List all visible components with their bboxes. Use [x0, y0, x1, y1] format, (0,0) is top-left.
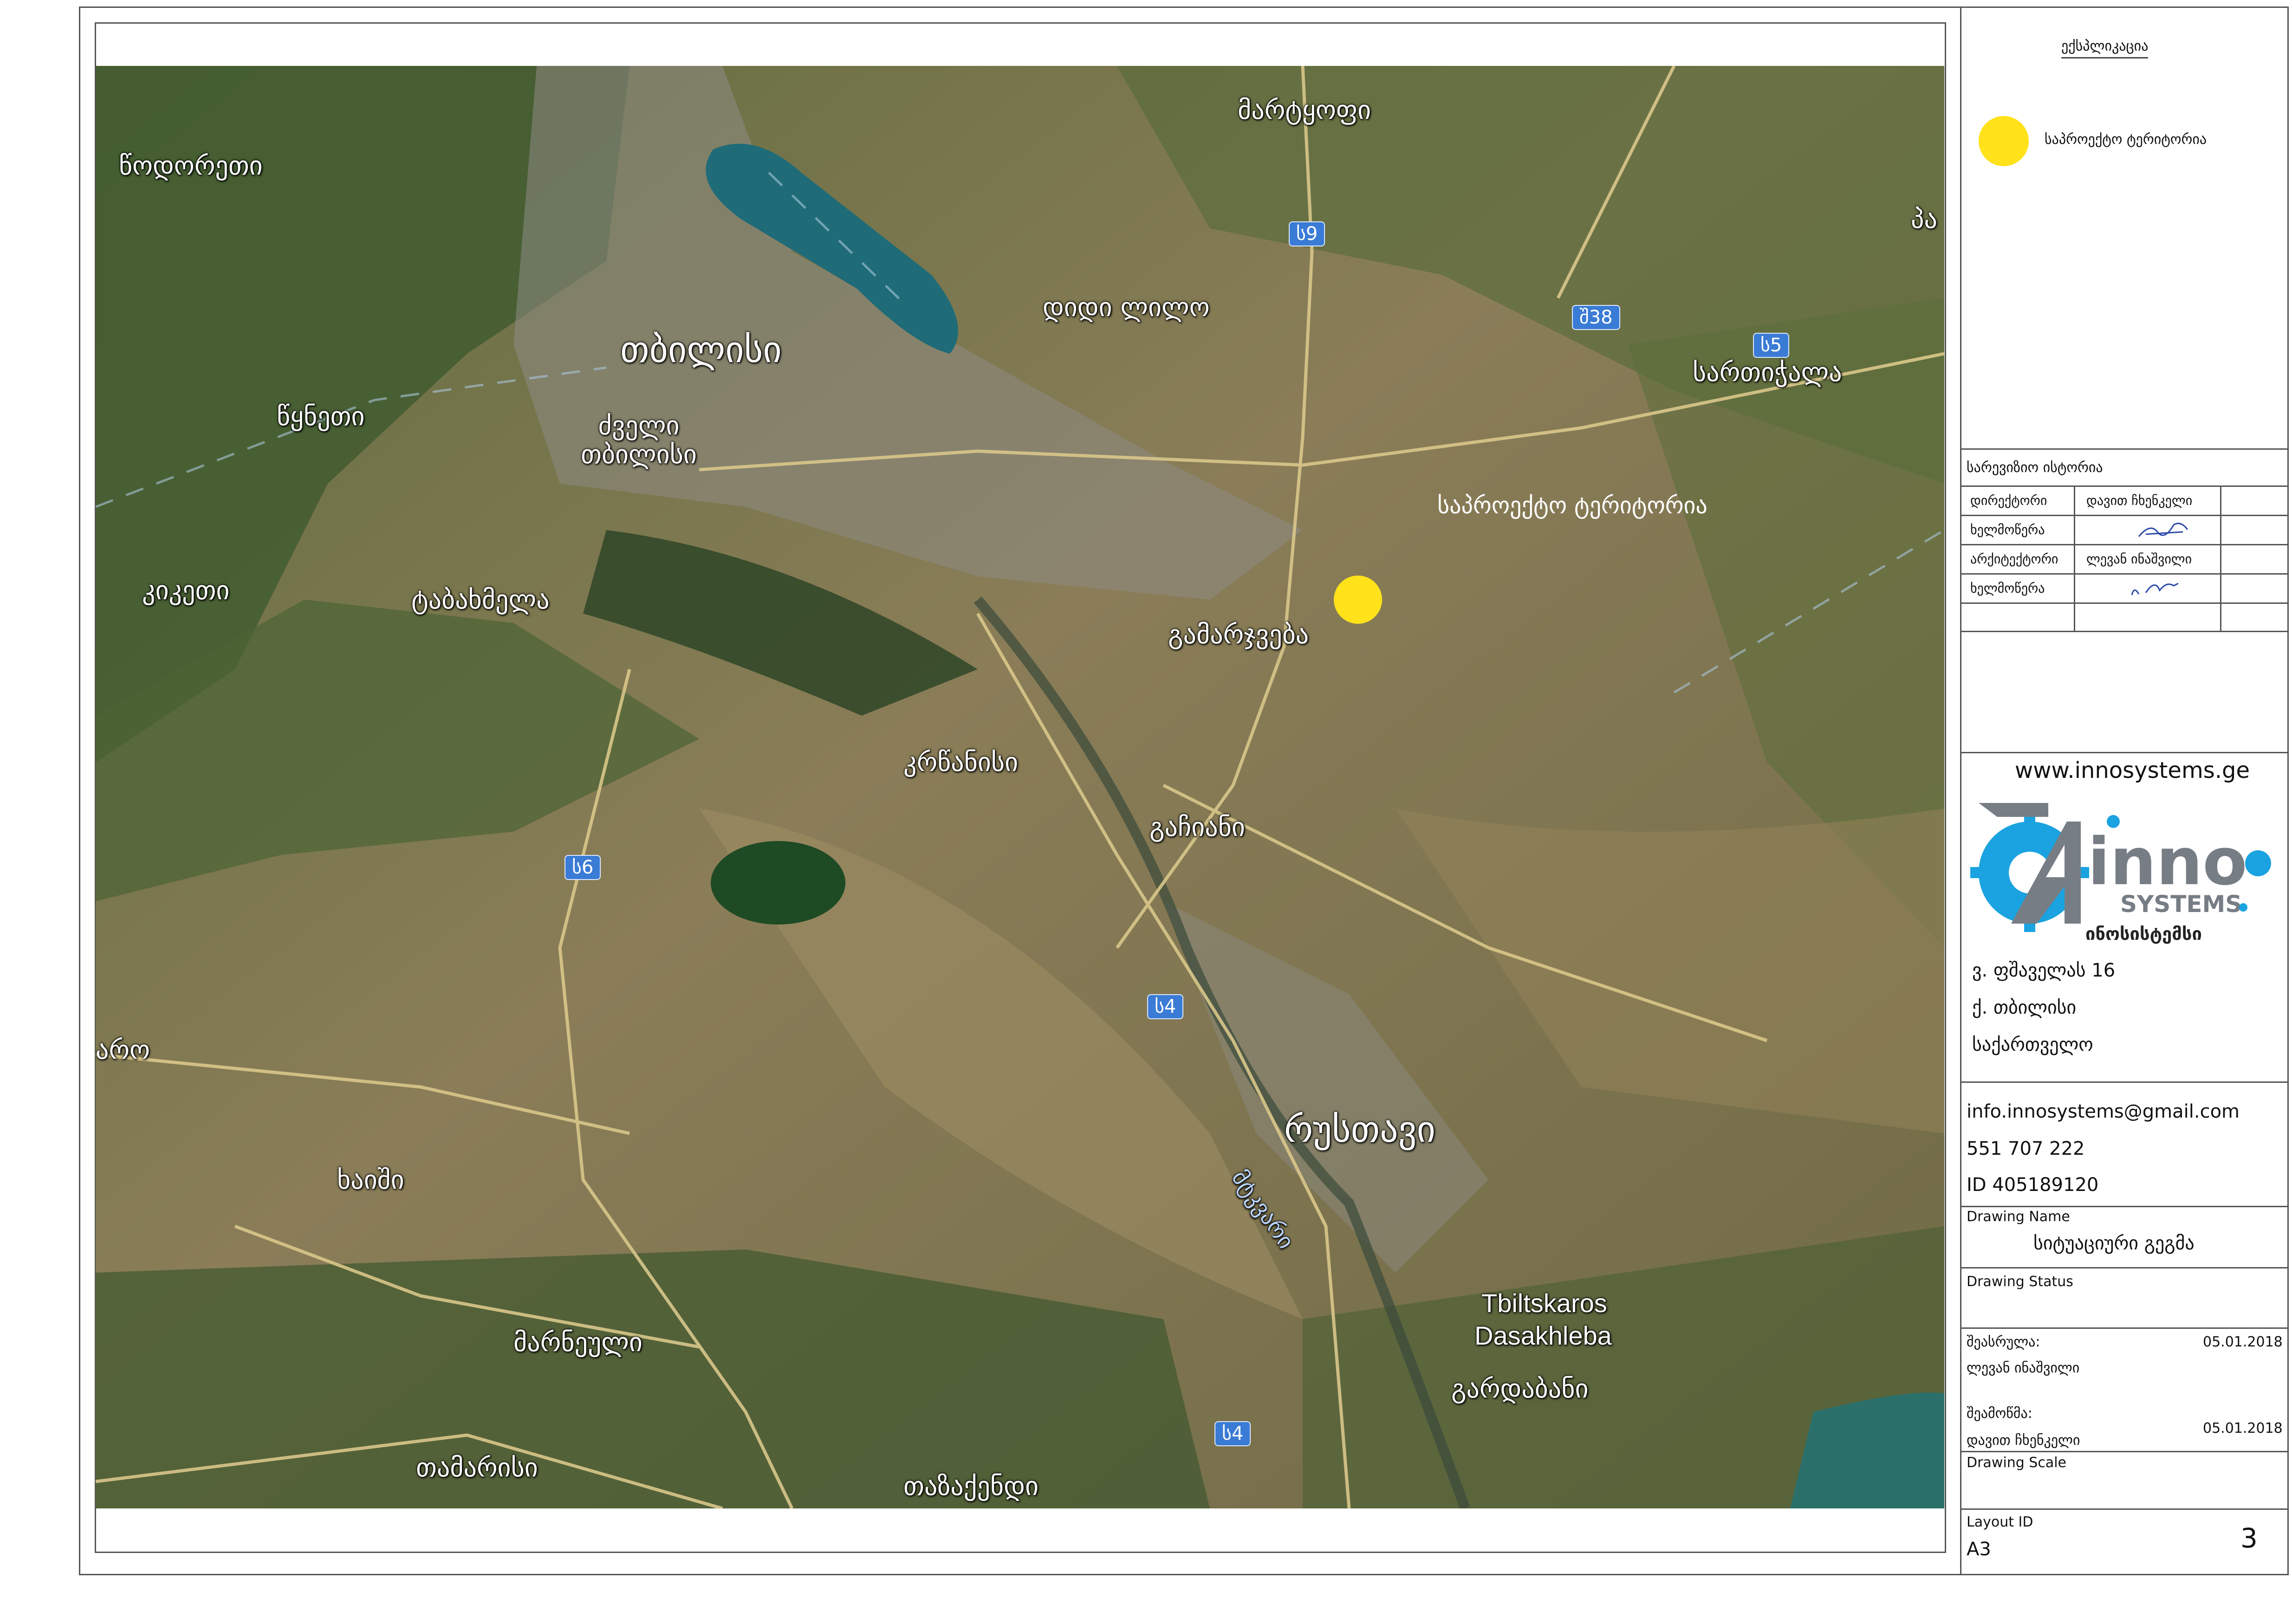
layout-id-value: A3	[1967, 1539, 1991, 1560]
legend-item-label: საპროექტო ტერიტორია	[2045, 131, 2207, 148]
address-country: საქართველო	[1972, 1034, 2093, 1055]
drawing-status-label: Drawing Status	[1967, 1274, 2073, 1290]
label-gardabani: გარდაბანი	[1451, 1374, 1589, 1404]
road-shield-s4-south: ს4	[1214, 1421, 1251, 1446]
map-background	[96, 66, 1944, 1508]
revision-role: დირექტორი	[1970, 493, 2047, 508]
label-tsodoreti: წოდორეთი	[119, 151, 263, 181]
performed-by: ლევან ინაშვილი	[1967, 1360, 2080, 1376]
drawing-scale-separator	[1960, 1451, 2289, 1452]
label-rustavi: რუსთავი	[1284, 1109, 1436, 1151]
road-shield-sh38: შ38	[1572, 305, 1620, 330]
road-shield-s4-north: ს4	[1147, 994, 1184, 1019]
revision-table: დირექტორი დავით ჩხენკელი ხელმოწერა არქიტ…	[1960, 485, 2289, 632]
label-dasakhleba: Dasakhleba	[1474, 1321, 1612, 1350]
checked-by: დავით ჩხენკელი	[1967, 1432, 2080, 1449]
contact-separator	[1960, 1081, 2289, 1083]
satellite-map[interactable]: წოდორეთი მარტყოფი დიდი ლილო თბილისი სართ…	[96, 66, 1944, 1508]
label-dzveli-tbilisi: ძველი თბილისი	[581, 411, 697, 470]
inno-systems-logo: inno SYSTEMS ინოსისტემსი	[1970, 803, 2271, 944]
drawing-name-label: Drawing Name	[1967, 1209, 2070, 1225]
company-id: ID 405189120	[1967, 1174, 2099, 1196]
road-shield-s6: ს6	[565, 855, 601, 880]
revision-name: დავით ჩხენკელი	[2086, 493, 2193, 508]
revision-name: ლევან ინაშვილი	[2086, 551, 2192, 567]
revision-role: ხელმოწერა	[1970, 522, 2045, 537]
label-gachiani: გაჩიანი	[1149, 812, 1245, 842]
company-phone: 551 707 222	[1967, 1138, 2085, 1159]
label-tsqneti: წყნეთი	[277, 401, 365, 432]
label-right-edge: პა	[1911, 204, 1937, 234]
address-street: ვ. ფშაველას 16	[1972, 960, 2116, 981]
label-kiketi: კიკეთი	[142, 576, 230, 606]
label-tamarisi: თამარისი	[416, 1453, 538, 1483]
sheet-number: 3	[2240, 1522, 2258, 1554]
label-sartichala: სართიჭალა	[1693, 357, 1842, 388]
logo-word: inno	[2088, 824, 2247, 900]
label-tbiltskaros: Tbiltskaros	[1481, 1288, 1607, 1318]
performed-label: შეასრულა:	[1967, 1334, 2040, 1350]
company-website-link[interactable]: www.innosystems.ge	[2015, 757, 2250, 783]
label-project-territory: საპროექტო ტერიტორია	[1437, 492, 1708, 519]
drawing-name-separator	[1960, 1206, 2289, 1207]
performed-date: 05.01.2018	[2203, 1334, 2283, 1350]
drawing-scale-label: Drawing Scale	[1967, 1455, 2066, 1471]
label-tbilisi: თბილისი	[620, 329, 782, 371]
company-email-link[interactable]: info.innosystems@gmail.com	[1967, 1101, 2240, 1122]
label-martkopi: მარტყოფი	[1238, 95, 1371, 125]
checked-date: 05.01.2018	[2203, 1420, 2283, 1436]
director-signature	[2138, 523, 2188, 537]
label-krtsanisi: კრწანისი	[903, 747, 1019, 777]
revision-role: არქიტექტორი	[1970, 551, 2058, 567]
legend-title: ექსპლიკაცია	[2061, 38, 2149, 58]
layout-separator	[1960, 1508, 2289, 1510]
label-khaishi: ხაიში	[337, 1165, 404, 1195]
revision-top-line	[1960, 448, 2289, 450]
architect-signature	[2131, 582, 2179, 595]
drawing-name-value: სიტუაციური გეგმა	[2033, 1233, 2195, 1254]
svg-text:ინოსისტემსი: ინოსისტემსი	[2085, 924, 2202, 944]
road-shield-s9: ს9	[1289, 221, 1325, 246]
road-shield-s5: ს5	[1753, 333, 1790, 358]
svg-text:SYSTEMS: SYSTEMS	[2120, 891, 2242, 918]
label-didi-lilo: დიდი ლილო	[1043, 292, 1210, 323]
performed-separator	[1960, 1327, 2289, 1329]
project-site-marker[interactable]	[1334, 576, 1382, 624]
label-tazakendi: თაზაქენდი	[903, 1471, 1039, 1501]
label-marneuli: მარნეული	[513, 1327, 643, 1358]
layout-id-label: Layout ID	[1967, 1514, 2033, 1530]
company-separator	[1960, 752, 2289, 753]
legend-marker-icon	[1979, 116, 2029, 166]
drawing-status-separator	[1960, 1267, 2289, 1268]
revision-title: სარევიზიო ისტორია	[1967, 459, 2103, 476]
address-city: ქ. თბილისი	[1972, 997, 2077, 1018]
label-gamarjveba: გამარჯვება	[1168, 620, 1309, 650]
label-left-edge: არო	[96, 1035, 150, 1065]
label-tabakhmela: ტაბახმელა	[411, 585, 550, 615]
revision-role: ხელმოწერა	[1970, 581, 2045, 596]
checked-label: შეამოწმა:	[1967, 1405, 2032, 1422]
